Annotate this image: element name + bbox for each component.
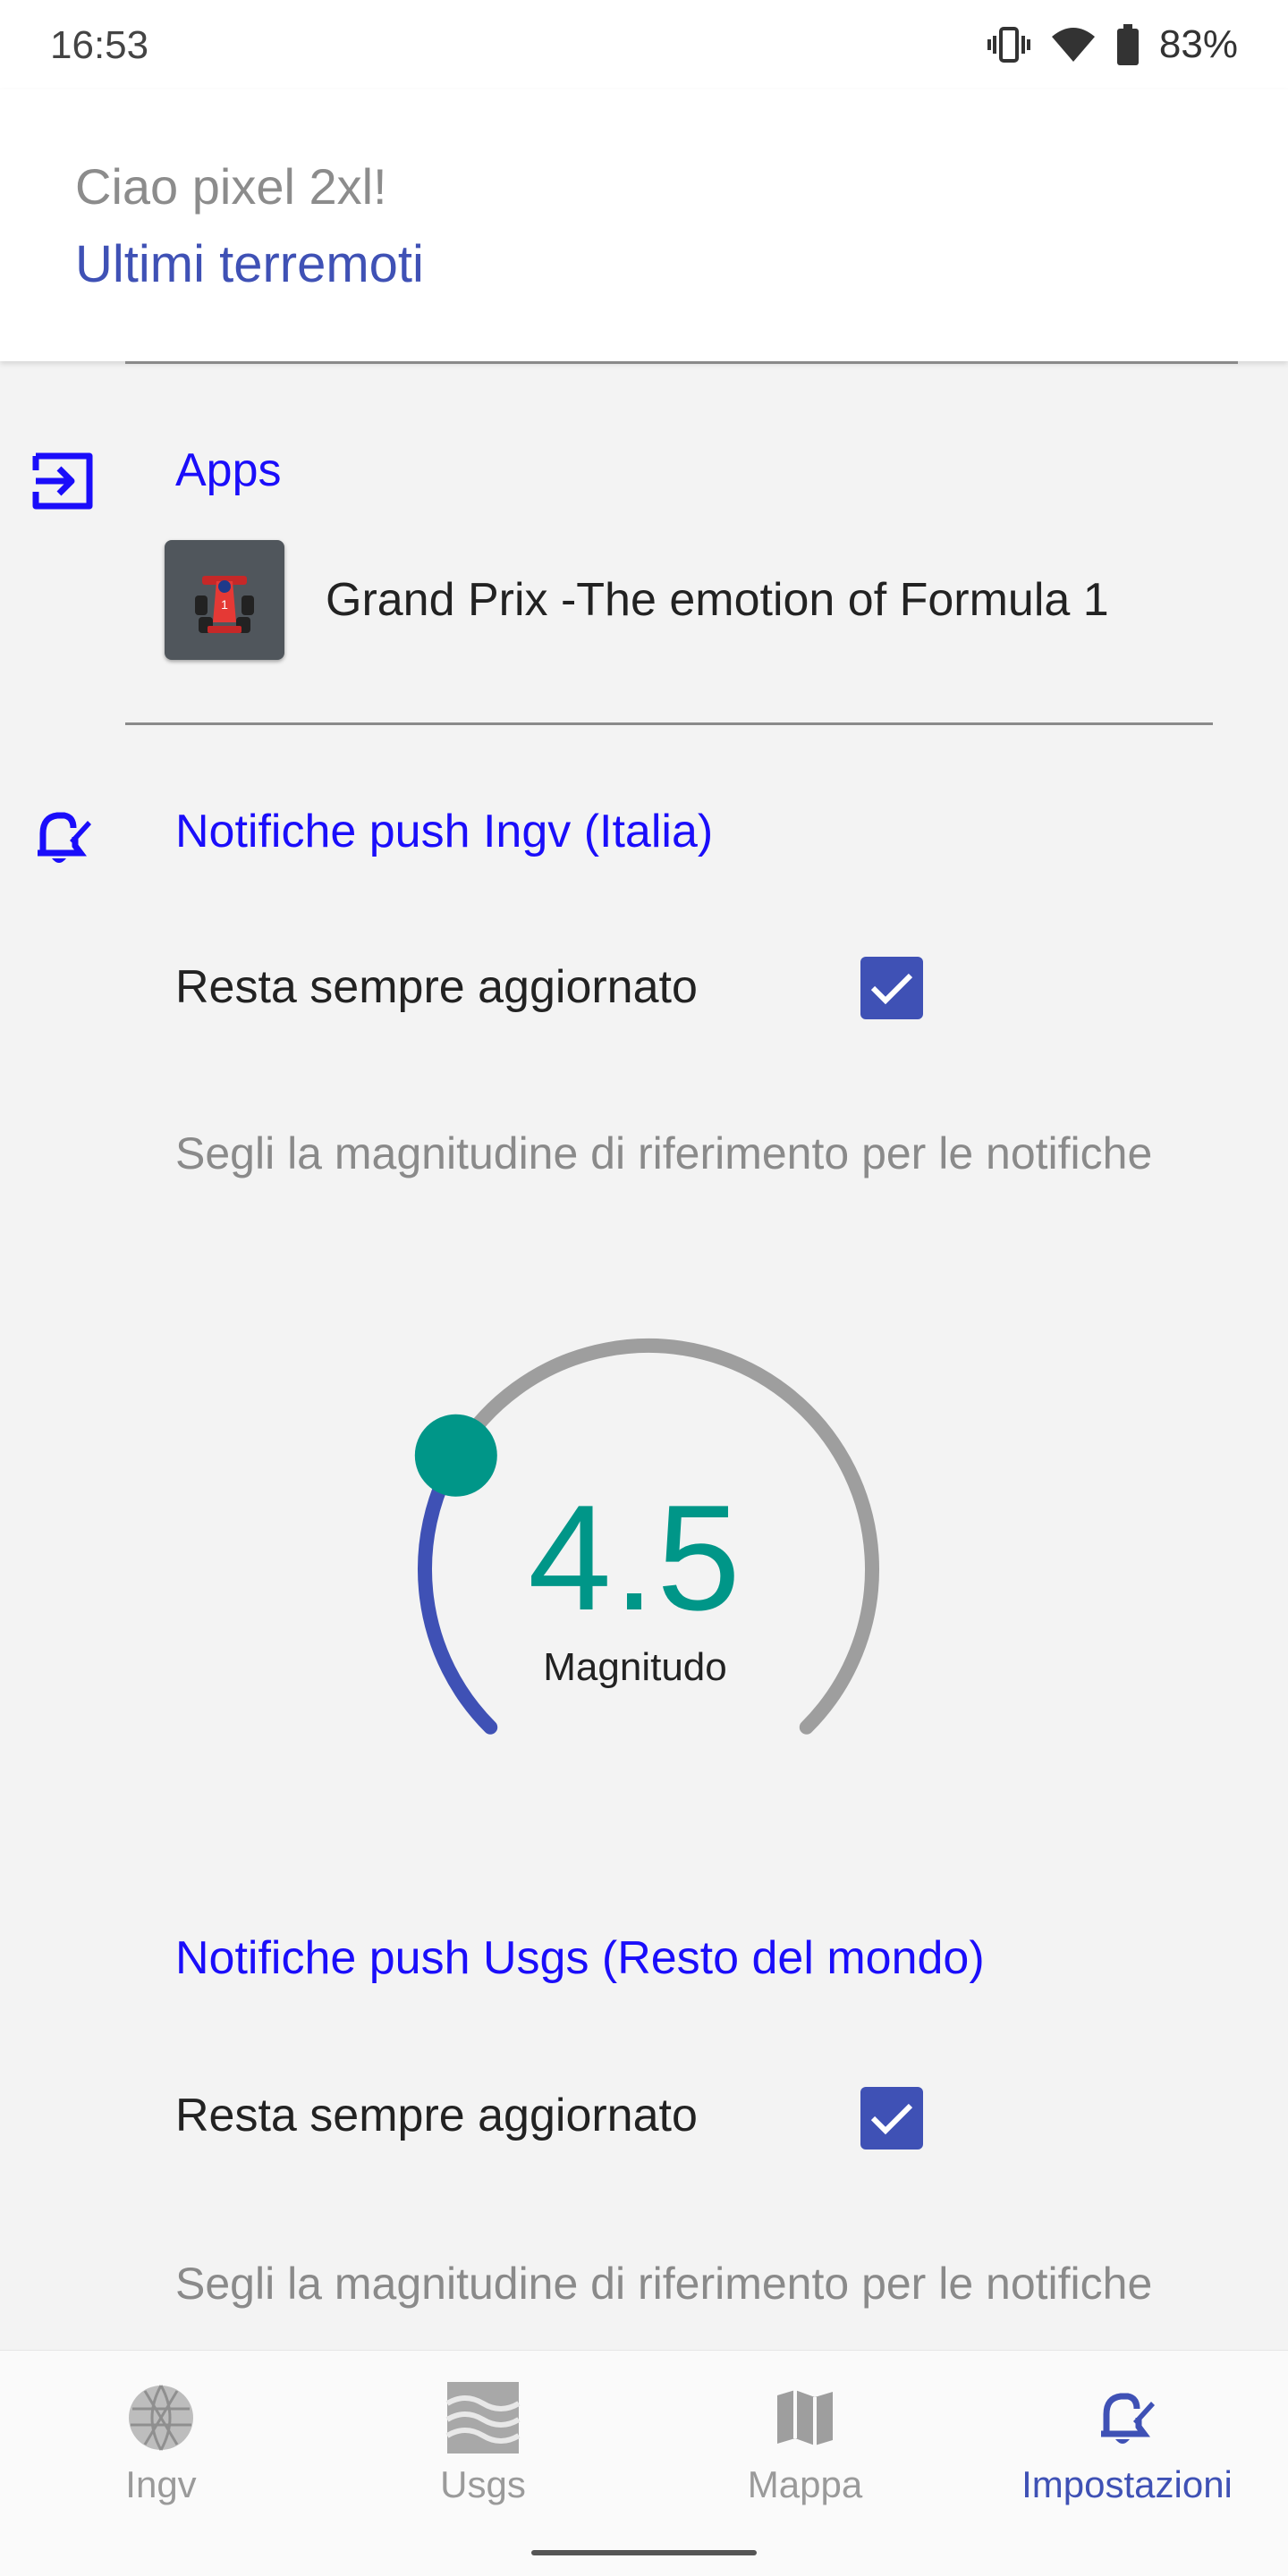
status-bar: 16:53 83% xyxy=(0,0,1288,89)
bottom-navigation: Ingv Usgs Mappa Impostazioni xyxy=(0,2350,1288,2576)
svg-text:1: 1 xyxy=(221,597,228,612)
map-icon xyxy=(644,2378,966,2458)
nav-item-usgs[interactable]: Usgs xyxy=(322,2378,644,2506)
status-time: 16:53 xyxy=(50,23,149,67)
login-icon xyxy=(32,452,93,514)
app-header: Ciao pixel 2xl! Ultimi terremoti xyxy=(0,89,1288,361)
race-car-icon: 1 xyxy=(165,540,284,660)
gauge-label: Magnitudo xyxy=(543,1645,727,1689)
usgs-notifications-checkbox[interactable] xyxy=(860,2087,923,2149)
wifi-icon xyxy=(1050,26,1097,63)
nav-label: Mappa xyxy=(747,2463,863,2505)
ingv-toggle-label: Resta sempre aggiornato xyxy=(175,961,698,1013)
check-icon xyxy=(870,2103,913,2135)
usgs-section-title: Notifiche push Usgs (Resto del mondo) xyxy=(175,1932,985,1984)
divider xyxy=(125,722,1213,725)
home-indicator[interactable] xyxy=(531,2550,757,2555)
settings-bell-icon xyxy=(966,2378,1288,2458)
nav-label: Impostazioni xyxy=(1021,2463,1233,2505)
nav-label: Ingv xyxy=(125,2463,197,2505)
ingv-magnitude-gauge[interactable]: 4.5 Magnitudo xyxy=(385,1314,886,1797)
nav-label: Usgs xyxy=(440,2463,526,2505)
notification-bell-icon xyxy=(34,805,93,874)
battery-percent: 83% xyxy=(1158,22,1238,66)
greeting: Ciao pixel 2xl! xyxy=(75,158,387,215)
latest-earthquakes-link[interactable]: Ultimi terremoti xyxy=(75,234,424,294)
app-list-item[interactable]: 1 Grand Prix -The emotion of Formula 1 xyxy=(165,540,1109,660)
battery-icon xyxy=(1116,24,1140,65)
nav-item-impostazioni[interactable]: Impostazioni xyxy=(966,2378,1288,2506)
check-icon xyxy=(870,973,913,1005)
usgs-magnitude-hint: Segli la magnitudine di riferimento per … xyxy=(175,2259,1153,2309)
ingv-section-title: Notifiche push Ingv (Italia) xyxy=(175,806,714,857)
waves-icon xyxy=(322,2378,644,2458)
usgs-toggle-label: Resta sempre aggiornato xyxy=(175,2090,698,2141)
nav-item-ingv[interactable]: Ingv xyxy=(0,2378,322,2506)
nav-item-mappa[interactable]: Mappa xyxy=(644,2378,966,2506)
globe-icon xyxy=(0,2378,322,2458)
vibrate-icon xyxy=(987,25,1030,64)
app-name: Grand Prix -The emotion of Formula 1 xyxy=(326,574,1109,626)
ingv-notifications-checkbox[interactable] xyxy=(860,957,923,1019)
divider xyxy=(125,361,1238,364)
apps-section-title: Apps xyxy=(175,444,282,496)
status-icons: 83% xyxy=(987,20,1238,70)
ingv-magnitude-hint: Segli la magnitudine di riferimento per … xyxy=(175,1128,1153,1178)
gauge-value: 4.5 xyxy=(528,1474,742,1642)
